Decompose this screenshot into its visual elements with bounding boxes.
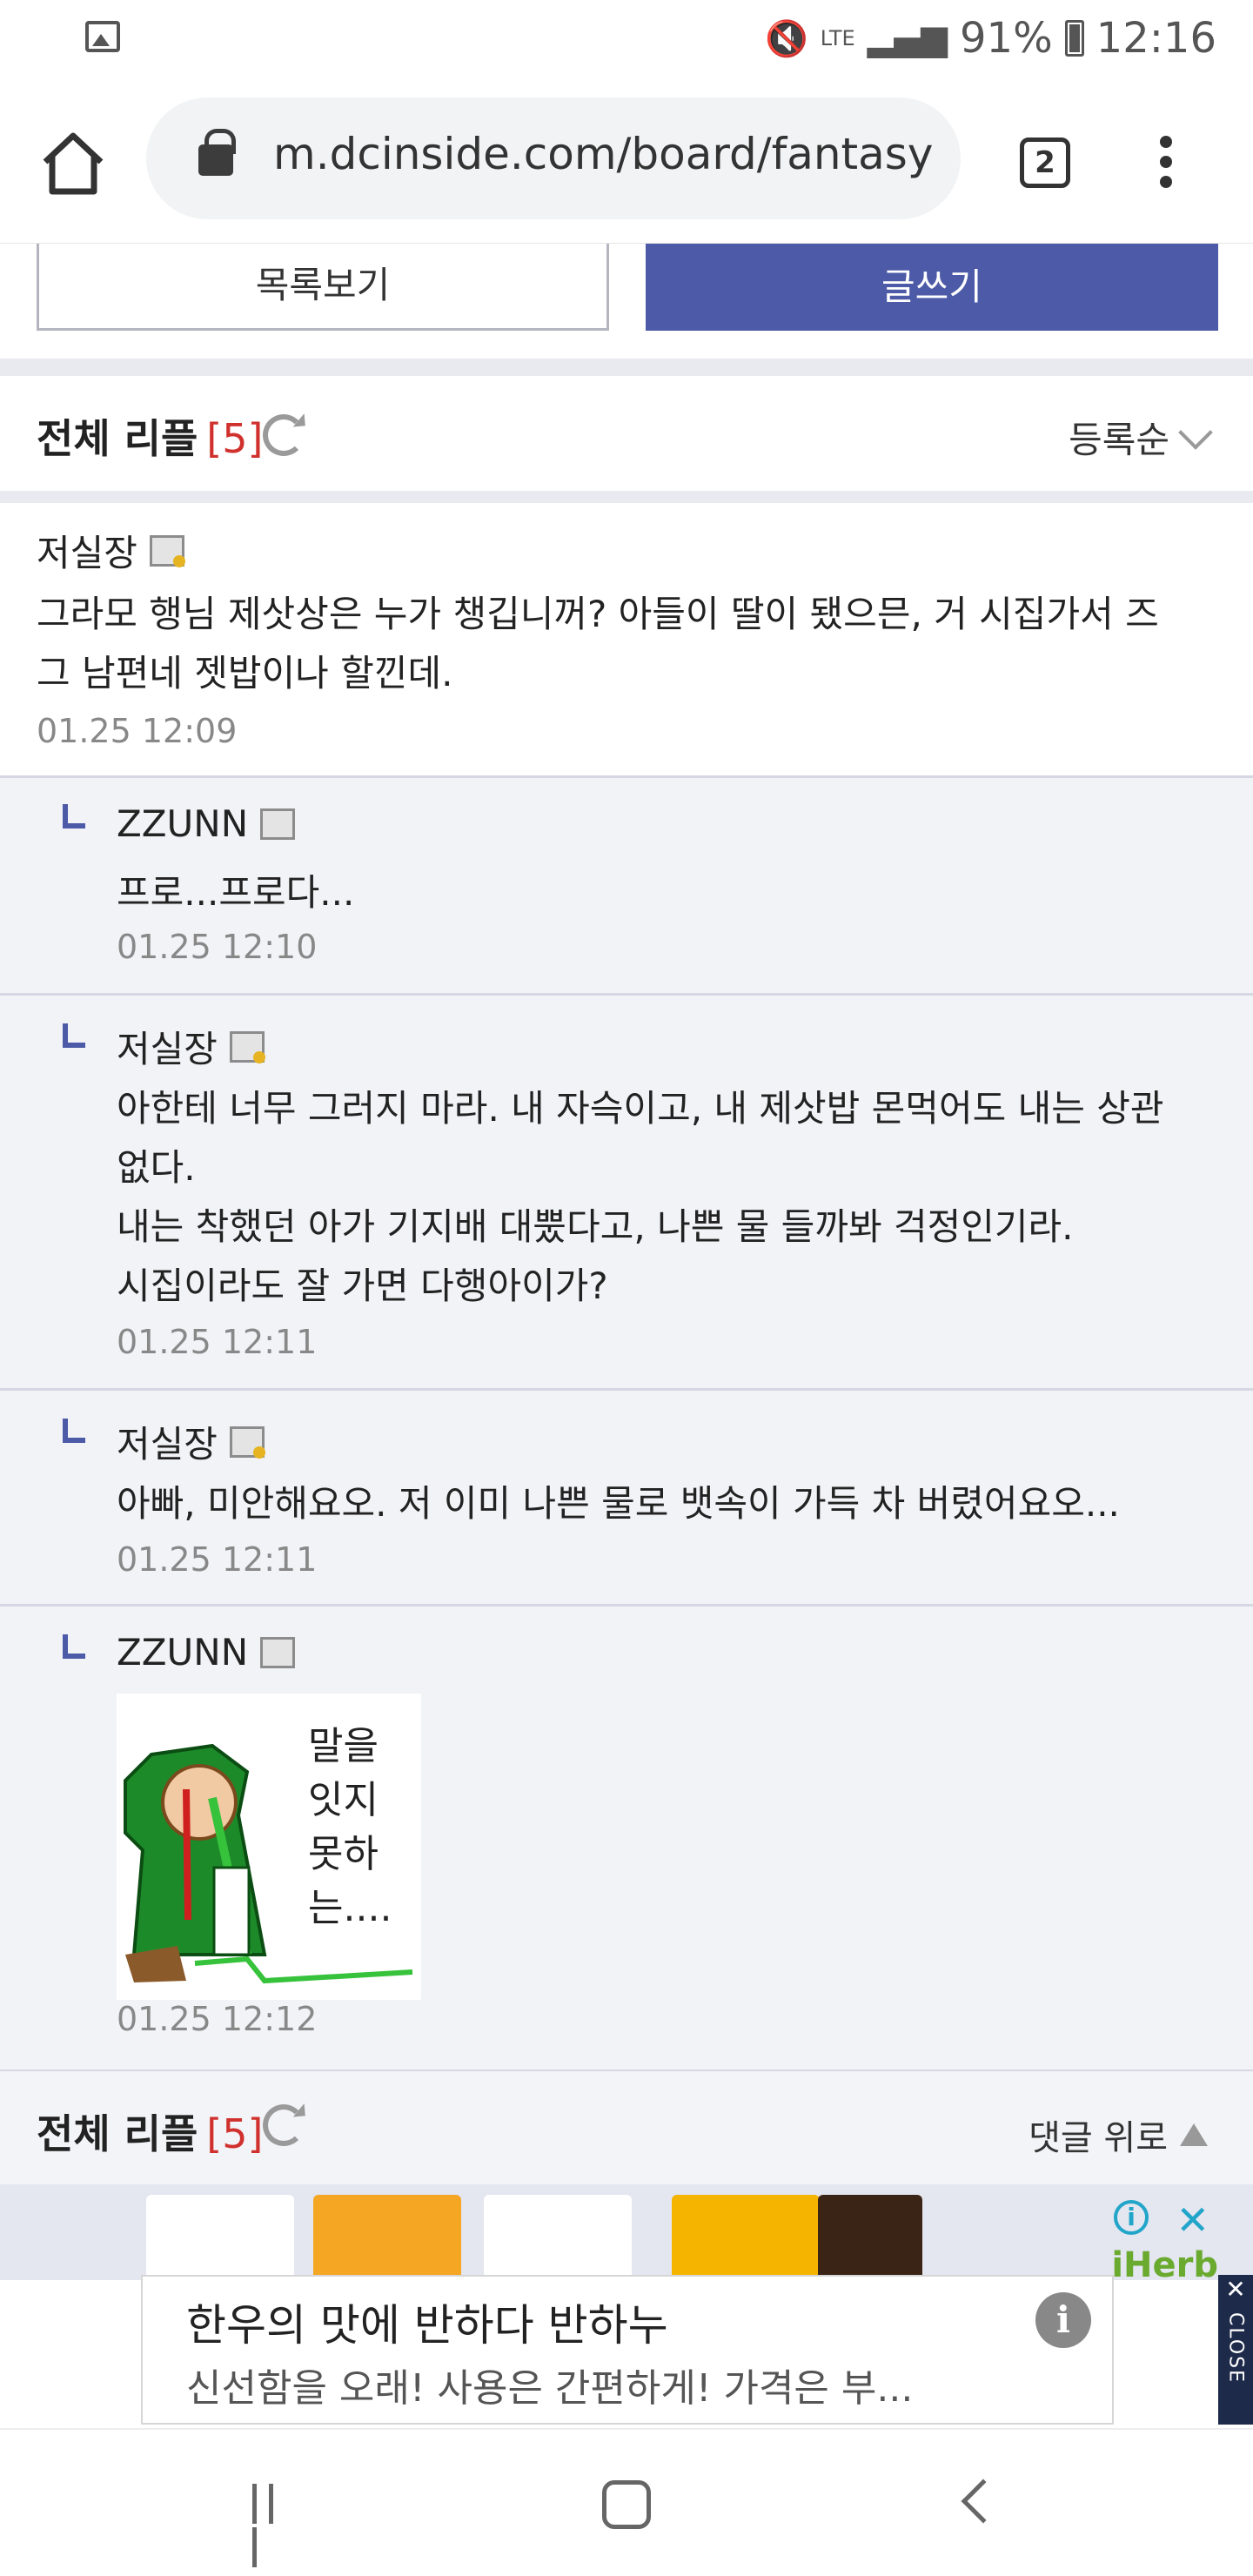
ad-info-icon[interactable]: i	[1114, 2200, 1149, 2235]
reply-indicator-icon	[63, 804, 85, 828]
nickname: 저실장	[117, 1423, 218, 1466]
comment-text: 프로...프로다...	[117, 863, 354, 922]
ad-product-image[interactable]	[818, 2195, 922, 2280]
ad-title[interactable]: 한우의 맛에 반하다 반하누	[186, 2291, 668, 2353]
scroll-to-comments-button[interactable]: 댓글 위로	[1029, 2110, 1208, 2160]
reply-up-label: 댓글 위로	[1029, 2118, 1168, 2158]
comment-count: [5]	[206, 2110, 264, 2157]
refresh-icon[interactable]	[263, 2104, 305, 2146]
ad-product-image[interactable]	[313, 2195, 461, 2280]
clock: 12:16	[1096, 14, 1216, 63]
comment-list-title: 전체 리플 [5]	[37, 407, 263, 465]
ad-close-icon[interactable]: ✕	[1176, 2197, 1209, 2244]
dccon-caption: 말을 잇지 못하 는....	[308, 1724, 392, 1930]
mute-icon: 🔇	[764, 18, 808, 59]
reply-indicator-icon	[63, 1634, 85, 1659]
comment-author[interactable]: ZZUNN	[117, 802, 296, 845]
comment-line: 시집이라도 잘 가면 다행아이가?	[117, 1265, 608, 1307]
battery-icon	[1064, 20, 1084, 57]
reply-item: 저실장 아빠, 미안해요오. 저 이미 나쁜 물로 뱃속이 가득 차 버렸어요오…	[0, 1391, 1253, 1607]
product-ad-strip[interactable]: i ✕ iHerb	[0, 2184, 1253, 2280]
ad-product-image[interactable]	[146, 2195, 294, 2280]
comment-line: 없다.	[117, 1146, 196, 1189]
tab-switcher-button[interactable]: 2	[1020, 138, 1070, 188]
comment-list-header: 전체 리플 [5] 등록순	[0, 376, 1253, 503]
system-navigation-bar	[0, 2428, 1253, 2576]
status-indicators: 🔇 LTE ▂▄▆ 91% 12:16	[765, 12, 1216, 64]
comment-text: 그라모 행님 제삿상은 누가 챙깁니꺼? 아들이 딸이 됐으믄, 거 시집가서 …	[37, 585, 1159, 703]
comment-author[interactable]: 저실장	[117, 1415, 265, 1468]
comment-date: 01.25 12:11	[117, 1323, 318, 1361]
address-bar[interactable]: m.dcinside.com/board/fantasy	[146, 97, 961, 219]
chevron-down-icon	[1178, 414, 1213, 450]
ad-product-image[interactable]	[672, 2195, 820, 2280]
comment-line: 그라모 행님 제삿상은 누가 챙깁니꺼? 아들이 딸이 됐으믄, 거 시집가서 …	[37, 593, 1159, 635]
comment-title-text: 전체 리플	[37, 2110, 198, 2157]
comment-author[interactable]: 저실장	[37, 524, 185, 577]
comment-line: 프로...프로다...	[117, 871, 355, 914]
back-icon[interactable]	[961, 2479, 1006, 2524]
comment-line: 그 남편네 젯밥이나 할낀데.	[37, 652, 453, 694]
comment-line: 아빠, 미안해요오. 저 이미 나쁜 물로 뱃속이 가득 차 버렸어요오...	[117, 1482, 1120, 1525]
comment-date: 01.25 12:10	[117, 928, 318, 966]
ad-product-image[interactable]	[484, 2195, 632, 2280]
signal-icon: ▂▄▆	[867, 18, 948, 58]
status-bar: 🔇 LTE ▂▄▆ 91% 12:16	[0, 0, 1253, 78]
reply-indicator-icon	[63, 1419, 85, 1443]
comment-list-title: 전체 리플 [5]	[37, 2103, 263, 2160]
reply-item: ZZUNN 프로...프로다... 01.25 12:10	[0, 778, 1253, 996]
write-post-button[interactable]: 글쓰기	[646, 244, 1218, 331]
reply-item: 저실장 아한테 너무 그러지 마라. 내 자슥이고, 내 제삿밥 몬먹어도 내는…	[0, 996, 1253, 1391]
comment-footer-header: 전체 리플 [5] 댓글 위로	[0, 2070, 1253, 2184]
browser-toolbar: m.dcinside.com/board/fantasy 2	[0, 78, 1253, 244]
comment-date: 01.25 12:12	[117, 2000, 318, 2038]
user-badge-icon	[260, 1636, 296, 1668]
recent-apps-icon[interactable]	[252, 2484, 298, 2567]
comment-item: 저실장 그라모 행님 제삿상은 누가 챙깁니꺼? 아들이 딸이 됐으믄, 거 시…	[0, 503, 1253, 778]
text-ad-banner[interactable]: 한우의 맛에 반하다 반하누 신선함을 오래! 사용은 간편하게! 가격은 부.…	[141, 2275, 1114, 2425]
more-menu-icon[interactable]	[1149, 131, 1183, 200]
nickname: 저실장	[37, 532, 137, 574]
url-text[interactable]: m.dcinside.com/board/fantasy	[273, 129, 933, 179]
comment-text: 아한테 너무 그러지 마라. 내 자슥이고, 내 제삿밥 몬먹어도 내는 상관 …	[117, 1079, 1164, 1316]
board-actions: 목록보기 글쓰기	[0, 244, 1253, 364]
ad-brand-logo: iHerb	[1111, 2245, 1218, 2280]
comment-line: 아한테 너무 그러지 마라. 내 자슥이고, 내 제삿밥 몬먹어도 내는 상관	[117, 1087, 1164, 1130]
nickname: ZZUNN	[117, 802, 249, 845]
list-view-button[interactable]: 목록보기	[37, 244, 609, 331]
user-badge-icon	[229, 1030, 265, 1063]
info-icon[interactable]: i	[1035, 2292, 1091, 2348]
reply-indicator-icon	[63, 1023, 85, 1048]
dccon-image[interactable]: 말을 잇지 못하 는....	[117, 1694, 421, 2000]
comment-text: 아빠, 미안해요오. 저 이미 나쁜 물로 뱃속이 가득 차 버렸어요오...	[117, 1474, 1120, 1533]
comment-author[interactable]: ZZUNN	[117, 1631, 296, 1674]
lock-icon	[198, 129, 236, 176]
gallery-icon	[85, 21, 120, 52]
user-badge-icon	[149, 534, 185, 567]
sort-label: 등록순	[1069, 419, 1169, 461]
battery-percent: 91%	[959, 14, 1053, 63]
close-icon: ✕	[1225, 2275, 1246, 2304]
nickname: ZZUNN	[117, 1631, 249, 1674]
comment-date: 01.25 12:09	[37, 712, 238, 750]
user-badge-icon	[260, 808, 296, 840]
triangle-up-icon	[1180, 2123, 1208, 2146]
network-type: LTE	[820, 26, 855, 50]
refresh-icon[interactable]	[263, 414, 305, 456]
comment-line: 내는 착했던 아가 기지배 대뿠다고, 나쁜 물 들까봐 걱정인기라.	[117, 1205, 1074, 1248]
user-badge-icon	[229, 1426, 265, 1459]
section-divider	[0, 359, 1253, 376]
comment-count: [5]	[206, 415, 264, 462]
comment-author[interactable]: 저실장	[117, 1020, 265, 1073]
ad-description: 신선함을 오래! 사용은 간편하게! 가격은 부...	[186, 2366, 914, 2411]
ad-close-button[interactable]: ✕ CLOSE	[1218, 2275, 1253, 2425]
comment-date: 01.25 12:11	[117, 1540, 318, 1579]
close-label: CLOSE	[1224, 2312, 1247, 2385]
nickname: 저실장	[117, 1028, 218, 1070]
home-button-icon[interactable]	[602, 2480, 651, 2529]
comment-title-text: 전체 리플	[37, 415, 198, 462]
sort-dropdown[interactable]: 등록순	[1069, 411, 1213, 464]
home-icon[interactable]	[38, 129, 108, 198]
